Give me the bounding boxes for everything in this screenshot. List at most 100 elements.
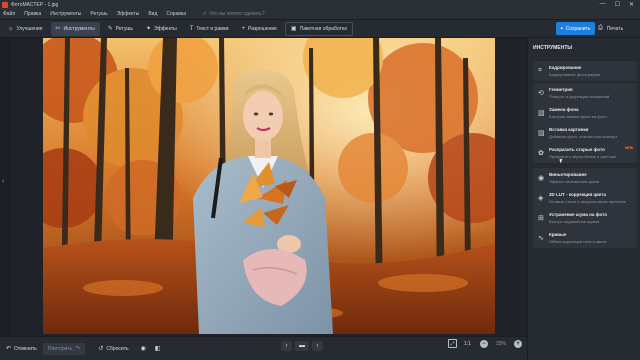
open-folder-button[interactable]: ▬ bbox=[295, 341, 309, 351]
chevron-right-icon: › bbox=[316, 343, 319, 349]
autumn-forest-portrait-image bbox=[43, 38, 495, 334]
tab-label: Эффекты bbox=[153, 25, 177, 32]
folder-icon: ▬ bbox=[299, 343, 305, 349]
effects-icon: ✦ bbox=[145, 26, 151, 32]
canvas-area bbox=[10, 38, 525, 336]
main-toolbar: ☼ Улучшение ✂ Инструменты ✎ Ретушь ✦ Эфф… bbox=[0, 20, 640, 38]
tab-label: Инструменты bbox=[63, 25, 95, 32]
tool-desc: Готовые стили и загрузка своих пресетов bbox=[549, 199, 626, 204]
prev-file-button[interactable]: ‹ bbox=[281, 341, 292, 351]
tool-name: Раскрасить старые фото bbox=[549, 147, 605, 152]
menu-view[interactable]: Вид bbox=[148, 11, 157, 17]
reset-icon: ↺ bbox=[98, 346, 104, 352]
close-icon[interactable]: ✕ bbox=[629, 1, 634, 8]
tool-desc: Добавьте фото, логотип или клипарт bbox=[549, 134, 618, 139]
retouch-icon: ✎ bbox=[107, 26, 113, 32]
preview-eye-button[interactable]: ◉ bbox=[138, 343, 152, 355]
tab-resolution[interactable]: + Разрешение bbox=[237, 22, 282, 36]
search-icon: ⌕ bbox=[202, 10, 207, 17]
lut-icon: ◈ bbox=[538, 195, 544, 202]
app-logo-icon bbox=[2, 1, 8, 8]
adjust-icon: ☼ bbox=[8, 25, 14, 32]
menu-tools[interactable]: Инструменты bbox=[50, 11, 81, 17]
vignette-icon: ◉ bbox=[538, 175, 545, 182]
search-placeholder: Что вы хотите сделать? bbox=[209, 11, 265, 17]
new-badge: NEW bbox=[624, 146, 633, 150]
tab-enhance[interactable]: ☼ Улучшение bbox=[3, 22, 48, 36]
next-file-button[interactable]: › bbox=[312, 341, 323, 351]
search-input[interactable]: ⌕ Что вы хотите сделать? bbox=[203, 11, 265, 18]
eye-icon: ◉ bbox=[140, 346, 146, 352]
noise-icon: ⊞ bbox=[538, 215, 544, 222]
menu-edit[interactable]: Правка bbox=[24, 11, 41, 17]
menu-file[interactable]: Файл bbox=[3, 11, 15, 17]
redo-icon: ↷ bbox=[75, 346, 81, 352]
redo-label: Повторить bbox=[47, 345, 73, 352]
menu-retouch[interactable]: Ретушь bbox=[90, 11, 107, 17]
compare-button[interactable]: ◧ bbox=[152, 343, 167, 355]
crop-icon: ⌗ bbox=[538, 67, 542, 74]
panel-title: ИНСТРУМЕНТЫ bbox=[533, 45, 573, 51]
tool-denoise[interactable]: ⊞ Устранение шума на фото Быстро подавле… bbox=[533, 208, 637, 228]
menu-effects[interactable]: Эффекты bbox=[117, 11, 140, 17]
chevron-left-icon[interactable]: ‹ bbox=[2, 178, 4, 185]
tab-label: Пакетная обработка bbox=[299, 25, 347, 32]
tool-name: Устранение шума на фото bbox=[549, 212, 608, 217]
tool-name: Кадрирование bbox=[549, 65, 582, 70]
zoom-value: 33% bbox=[495, 340, 506, 347]
tool-insert-image[interactable]: ▨ Вставка картинки Добавьте фото, логоти… bbox=[533, 123, 637, 143]
tool-crop[interactable]: ⌗ Кадрирование Кадрирование фотографии bbox=[533, 61, 637, 81]
save-button[interactable]: ▪ Сохранить bbox=[556, 22, 595, 35]
tool-name: Виньетирование bbox=[549, 172, 587, 177]
maximize-icon[interactable]: ☐ bbox=[615, 1, 620, 8]
print-button[interactable]: ⎙ Печать bbox=[598, 22, 623, 35]
tool-3d-lut[interactable]: ◈ 3D LUT - коррекция цвета Готовые стили… bbox=[533, 188, 637, 208]
redo-button[interactable]: Повторить ↷ bbox=[42, 342, 86, 355]
title-bar: ФотоМАСТЕР - 1.jpg — ☐ ✕ bbox=[0, 0, 640, 9]
tool-vignette[interactable]: ◉ Виньетирование Эффект затемнения краев bbox=[533, 168, 637, 188]
undo-icon: ↶ bbox=[6, 346, 12, 352]
tool-colorize[interactable]: ✿ Раскрасить старые фото Превратить чёрн… bbox=[533, 143, 637, 163]
plus-icon: + bbox=[516, 340, 520, 347]
zoom-in-button[interactable]: + bbox=[513, 339, 522, 348]
save-label: Сохранить bbox=[565, 25, 591, 32]
minimize-icon[interactable]: — bbox=[600, 1, 606, 8]
tool-geometry[interactable]: ⟲ Геометрия Поворот и коррекция искажени… bbox=[533, 83, 637, 103]
tab-label: Разрешение bbox=[248, 25, 277, 32]
tool-curves[interactable]: ∿ Кривые Гибкая коррекция тона и цвета bbox=[533, 228, 637, 248]
tool-name: Замена фона bbox=[549, 107, 579, 112]
tool-desc: Быстрая замена фона на фото bbox=[549, 114, 607, 119]
photo-canvas[interactable] bbox=[43, 38, 495, 334]
undo-button[interactable]: ↶ Отменить bbox=[3, 343, 40, 355]
tool-background-replace[interactable]: ▧ Замена фона Быстрая замена фона на фот… bbox=[533, 103, 637, 123]
tool-desc: Эффект затемнения краев bbox=[549, 179, 599, 184]
tab-batch[interactable]: ▣ Пакетная обработка bbox=[284, 21, 353, 36]
reset-label: Сбросить bbox=[106, 345, 129, 352]
tab-retouch[interactable]: ✎ Ретушь bbox=[103, 22, 138, 36]
fit-screen-icon: ⤢ bbox=[450, 340, 455, 347]
tab-label: Ретушь bbox=[115, 25, 133, 32]
fit-screen-button[interactable]: ⤢ bbox=[448, 339, 457, 348]
zoom-out-button[interactable]: − bbox=[479, 339, 488, 348]
background-icon: ▧ bbox=[538, 110, 545, 117]
menu-bar: Файл Правка Инструменты Ретушь Эффекты В… bbox=[0, 9, 640, 20]
window-controls: — ☐ ✕ bbox=[600, 1, 634, 8]
image-insert-icon: ▨ bbox=[538, 130, 545, 137]
window-title: ФотоМАСТЕР - 1.jpg bbox=[11, 1, 59, 8]
chevron-left-icon: ‹ bbox=[285, 343, 288, 349]
actual-size-button[interactable]: 1:1 bbox=[464, 341, 471, 347]
tools-icon: ✂ bbox=[55, 26, 61, 32]
tab-effects[interactable]: ✦ Эффекты bbox=[141, 22, 182, 36]
printer-icon: ⎙ bbox=[598, 25, 603, 31]
menu-help[interactable]: Справка bbox=[166, 11, 186, 17]
tool-desc: Гибкая коррекция тона и цвета bbox=[549, 239, 607, 244]
text-icon: T bbox=[189, 25, 194, 32]
reset-button[interactable]: ↺ Сбросить bbox=[95, 343, 131, 355]
left-collapse-strip: ‹ bbox=[0, 38, 10, 336]
tab-tools[interactable]: ✂ Инструменты bbox=[50, 21, 100, 36]
compare-icon: ◧ bbox=[154, 346, 161, 352]
tab-label: Улучшение bbox=[16, 25, 43, 32]
tool-name: Геометрия bbox=[549, 87, 573, 92]
tab-text-frames[interactable]: T Текст и рамки bbox=[185, 22, 234, 36]
tool-desc: Поворот и коррекция искажений bbox=[549, 94, 610, 99]
